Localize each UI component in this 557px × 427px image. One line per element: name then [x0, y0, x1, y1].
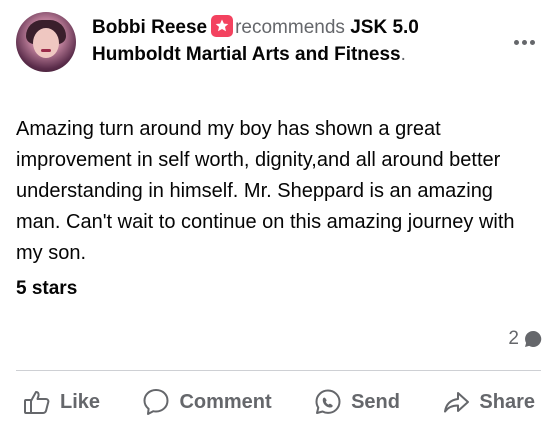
post-headline: Bobbi Reese recommends JSK 5.0 Humboldt M… [92, 14, 472, 68]
share-icon [444, 392, 470, 413]
recommend-badge-icon [211, 15, 234, 37]
actions-divider [16, 370, 541, 371]
rating-label: 5 stars [16, 278, 78, 299]
avatar[interactable] [16, 12, 76, 72]
share-label: Share [479, 390, 535, 413]
post-header: Bobbi Reese recommends JSK 5.0 Humboldt M… [14, 10, 544, 80]
like-label: Like [60, 390, 101, 413]
thumbs-up-icon [24, 391, 50, 414]
comment-count[interactable]: 2 [508, 328, 543, 350]
send-label: Send [351, 390, 400, 413]
comment-button[interactable]: Comment [135, 387, 277, 417]
recommends-verb: recommends [235, 17, 345, 38]
more-options-icon[interactable] [508, 30, 540, 54]
comment-icon [143, 389, 169, 415]
send-icon [315, 389, 341, 414]
comment-bubble-icon [525, 330, 542, 347]
comment-count-value: 2 [508, 328, 519, 349]
comment-label: Comment [179, 390, 272, 413]
share-button[interactable]: Share [435, 387, 541, 417]
like-button[interactable]: Like [16, 387, 106, 417]
headline-period: . [400, 44, 406, 65]
author-name[interactable]: Bobbi Reese [92, 17, 207, 38]
review-text: Amazing turn around my boy has shown a g… [16, 118, 515, 264]
send-button[interactable]: Send [307, 387, 406, 417]
action-bar: Like Comment Send Share [16, 380, 541, 424]
